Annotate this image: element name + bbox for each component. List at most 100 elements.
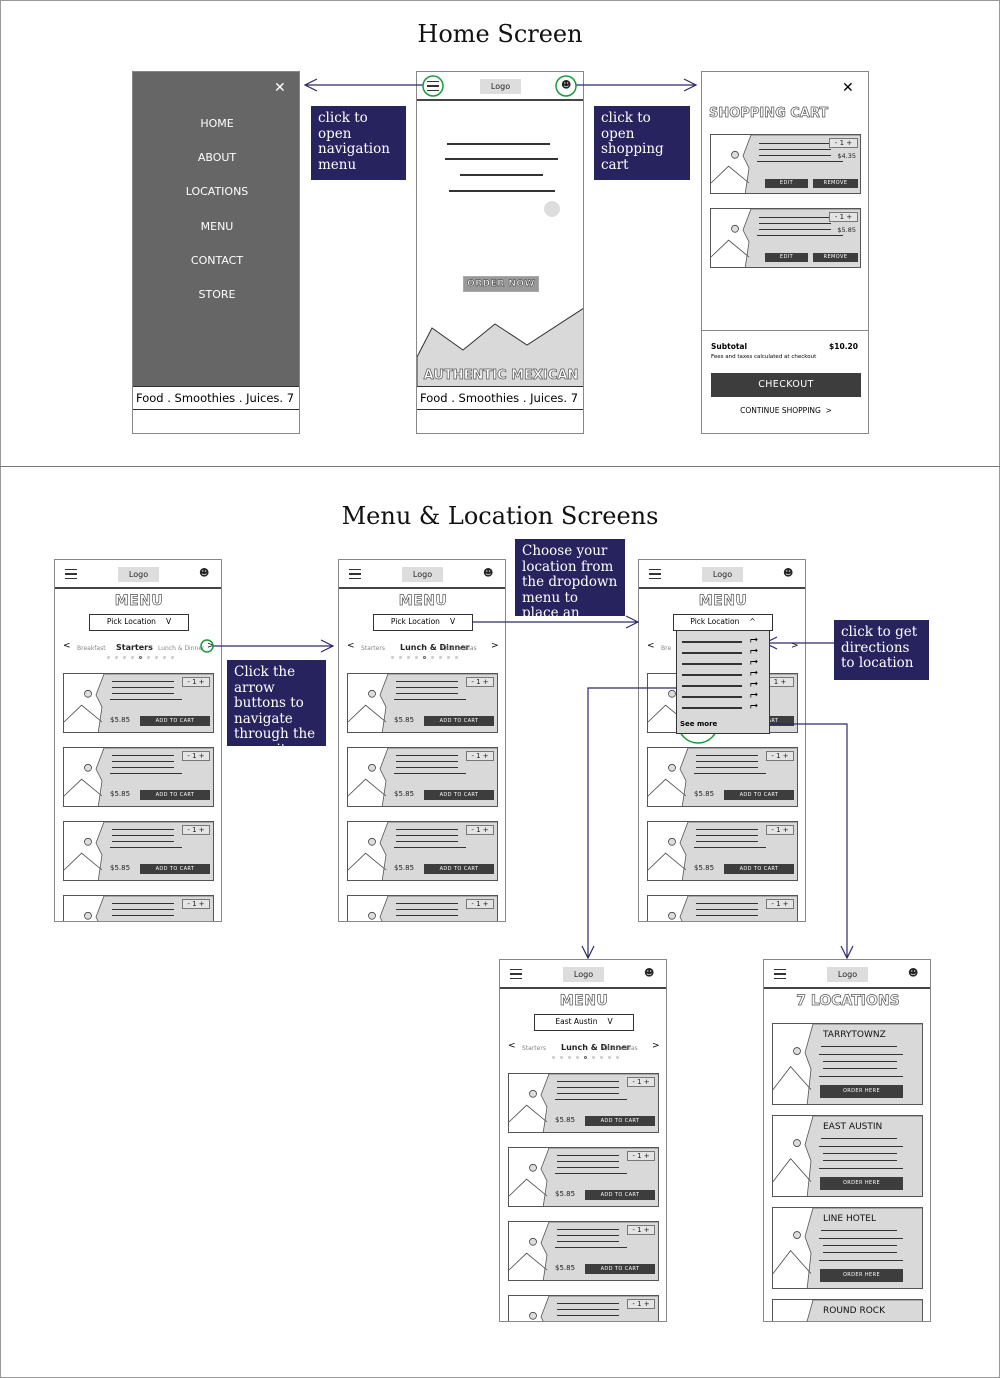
quantity-stepper[interactable]: - 1 + [766, 825, 794, 835]
cart-user-icon[interactable]: ☻ [644, 968, 654, 979]
hamburger-menu-icon[interactable] [349, 569, 361, 579]
pagination-dot[interactable] [431, 656, 434, 659]
quantity-stepper[interactable]: - 1 + [829, 212, 858, 222]
location-option-line[interactable] [682, 674, 742, 676]
pagination-dot[interactable] [171, 656, 174, 659]
quantity-stepper[interactable]: - 1 + [182, 751, 210, 761]
menu-category-tab[interactable]: Starters [522, 1045, 546, 1052]
menu-category-tab[interactable]: Breakfast [77, 645, 106, 652]
edit-button[interactable]: EDIT [765, 179, 808, 188]
location-dropdown[interactable]: Pick Location ^ [673, 614, 773, 631]
quantity-stepper[interactable]: - 1 + [182, 899, 210, 909]
next-arrow-button[interactable]: > [207, 641, 215, 651]
location-dropdown[interactable]: Pick Location V [89, 614, 189, 631]
menu-category-tab[interactable]: Lunch & Dinner [158, 645, 204, 652]
pagination-dot[interactable] [592, 1056, 595, 1059]
pagination-dot[interactable] [439, 656, 442, 659]
next-arrow-button[interactable]: > [491, 641, 499, 651]
quantity-stepper[interactable]: - 1 + [627, 1151, 655, 1161]
quantity-stepper[interactable]: - 1 + [182, 825, 210, 835]
prev-arrow-button[interactable]: < [508, 1041, 516, 1051]
add-to-cart-button[interactable]: ADD TO CART [140, 864, 210, 874]
nav-item[interactable]: HOME [133, 117, 299, 130]
location-option-line[interactable] [682, 696, 742, 698]
pagination-dot[interactable] [107, 656, 110, 659]
hamburger-menu-icon[interactable] [649, 569, 661, 579]
nav-item[interactable]: STORE [133, 288, 299, 301]
continue-shopping-link[interactable]: CONTINUE SHOPPING > [702, 406, 868, 415]
quantity-stepper[interactable]: 1 + [766, 677, 794, 687]
directions-icon[interactable]: ⮣ [750, 656, 758, 667]
quantity-stepper[interactable]: - 1 + [466, 751, 494, 761]
cart-user-icon[interactable]: ☻ [783, 568, 793, 579]
nav-item[interactable]: ABOUT [133, 151, 299, 164]
add-to-cart-button[interactable]: ADD TO CART [424, 864, 494, 874]
pagination-dot[interactable] [423, 656, 426, 659]
pagination-dot[interactable] [115, 656, 118, 659]
pagination-dot[interactable] [584, 1056, 587, 1059]
nav-item[interactable]: CONTACT [133, 254, 299, 267]
pagination-dot[interactable] [616, 1056, 619, 1059]
quantity-stepper[interactable]: - 1 + [766, 899, 794, 909]
directions-icon[interactable]: ⮣ [750, 700, 758, 711]
add-to-cart-button[interactable]: ADD TO CART [724, 790, 794, 800]
quantity-stepper[interactable]: - 1 + [466, 677, 494, 687]
add-to-cart-button[interactable]: ADD TO CART [140, 790, 210, 800]
cart-user-icon[interactable]: ☻ [199, 568, 209, 579]
close-icon[interactable]: ✕ [274, 80, 286, 96]
menu-category-tab[interactable]: Bre [661, 645, 671, 652]
order-here-button[interactable]: ORDER HERE [820, 1269, 903, 1282]
cart-user-icon[interactable]: ☻ [908, 968, 918, 979]
add-to-cart-button[interactable]: ADD TO CART [585, 1264, 655, 1274]
pagination-dot[interactable] [123, 656, 126, 659]
quantity-stepper[interactable]: - 1 + [627, 1077, 655, 1087]
location-option-line[interactable] [682, 707, 742, 709]
quantity-stepper[interactable]: - 1 + [182, 677, 210, 687]
directions-icon[interactable]: ⮣ [750, 667, 758, 678]
add-to-cart-button[interactable]: ADD TO CART [424, 790, 494, 800]
order-here-button[interactable]: ORDER HERE [820, 1085, 903, 1098]
location-option-line[interactable] [682, 652, 742, 654]
menu-category-tab[interactable]: Quesadillas [442, 645, 488, 652]
add-to-cart-button[interactable]: ADD TO CART [140, 716, 210, 726]
add-to-cart-button[interactable]: ADD TO CART [724, 864, 794, 874]
pagination-dot[interactable] [455, 656, 458, 659]
order-now-button[interactable]: ORDER NOW [463, 276, 539, 292]
directions-icon[interactable]: ⮣ [750, 678, 758, 689]
pagination-dot[interactable] [568, 1056, 571, 1059]
pagination-dot[interactable] [576, 1056, 579, 1059]
pagination-dot[interactable] [139, 656, 142, 659]
pagination-dot[interactable] [447, 656, 450, 659]
directions-icon[interactable]: ⮣ [750, 634, 758, 645]
pagination-dot[interactable] [155, 656, 158, 659]
edit-button[interactable]: EDIT [765, 253, 808, 262]
pagination-dot[interactable] [391, 656, 394, 659]
pagination-dot[interactable] [399, 656, 402, 659]
carousel-dot[interactable] [544, 201, 560, 217]
close-icon[interactable]: ✕ [842, 80, 854, 96]
menu-category-tab[interactable]: Starters [361, 645, 385, 652]
pagination-dot[interactable] [552, 1056, 555, 1059]
cart-user-icon[interactable]: ☻ [561, 80, 571, 91]
quantity-stepper[interactable]: - 1 + [466, 825, 494, 835]
location-dropdown[interactable]: East Austin V [534, 1014, 634, 1031]
hamburger-menu-icon[interactable] [65, 569, 77, 579]
see-more-link[interactable]: See more [680, 720, 717, 728]
quantity-stepper[interactable]: - 1 + [627, 1225, 655, 1235]
checkout-button[interactable]: CHECKOUT [711, 373, 861, 397]
hamburger-menu-icon[interactable] [774, 969, 786, 979]
remove-button[interactable]: REMOVE [813, 179, 858, 188]
quantity-stepper[interactable]: - 1 + [627, 1299, 655, 1309]
pagination-dot[interactable] [407, 656, 410, 659]
pagination-dot[interactable] [147, 656, 150, 659]
location-option-line[interactable] [682, 685, 742, 687]
cart-user-icon[interactable]: ☻ [483, 568, 493, 579]
add-to-cart-button[interactable]: ADD TO CART [585, 1116, 655, 1126]
pagination-dot[interactable] [415, 656, 418, 659]
pagination-dot[interactable] [163, 656, 166, 659]
menu-category-tab[interactable]: Starters [116, 643, 153, 652]
menu-category-tab[interactable]: Quesadillas [603, 1045, 649, 1052]
nav-item[interactable]: LOCATIONS [133, 185, 299, 198]
location-dropdown[interactable]: Pick Location V [373, 614, 473, 631]
pagination-dot[interactable] [560, 1056, 563, 1059]
